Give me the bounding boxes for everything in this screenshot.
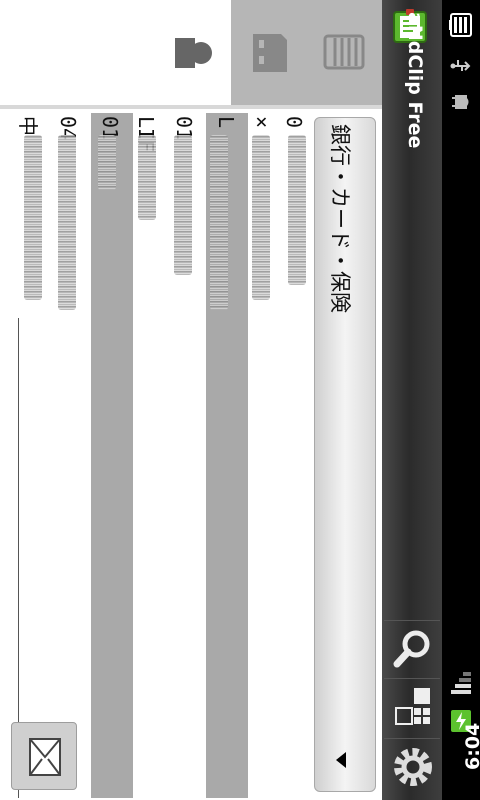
sdcard-icon: [249, 30, 291, 80]
status-bar: [442, 0, 480, 800]
clip-preview-noise: [58, 135, 76, 310]
app-title: aNdClip Free: [404, 12, 426, 149]
list-item[interactable]: [91, 113, 133, 798]
list-item-text: L: [214, 116, 238, 129]
clip-preview-noise: [138, 135, 156, 220]
clock-time: 6:04: [462, 722, 480, 770]
list-item-text: 中: [16, 116, 40, 136]
envelope-icon: [26, 737, 64, 781]
tab-contacts[interactable]: [157, 0, 231, 105]
tab-sd-card[interactable]: [231, 0, 305, 105]
action-separator: [384, 620, 440, 621]
action-separator: [384, 738, 440, 739]
usb-icon: [449, 54, 473, 78]
clip-preview-noise: [252, 135, 270, 300]
settings-icon: [390, 748, 436, 794]
list-icon: [323, 34, 365, 76]
send-mail-button[interactable]: [11, 722, 77, 790]
clip-preview-noise: [24, 135, 42, 300]
tab-list[interactable]: [305, 0, 382, 105]
person-icon: [171, 30, 217, 80]
spinner-arrow-icon: [336, 752, 346, 768]
action-separator: [384, 678, 440, 679]
clip-preview-noise: [98, 135, 116, 190]
list-item-text: ×: [250, 116, 274, 129]
widgets-button[interactable]: [390, 684, 436, 730]
debug-android-icon: [449, 90, 473, 114]
search-button[interactable]: [390, 626, 436, 672]
widgets-icon: [390, 688, 436, 734]
clip-preview-noise: [174, 135, 192, 275]
clip-preview-noise: [210, 135, 228, 310]
settings-button[interactable]: [390, 744, 436, 790]
battery-icon: [449, 10, 473, 37]
tab-divider: [0, 105, 382, 109]
clip-preview-noise: [288, 135, 306, 285]
signal-icon: [449, 668, 473, 694]
search-icon: [390, 630, 436, 676]
category-spinner-label: 銀行・カード・保険: [328, 124, 352, 313]
